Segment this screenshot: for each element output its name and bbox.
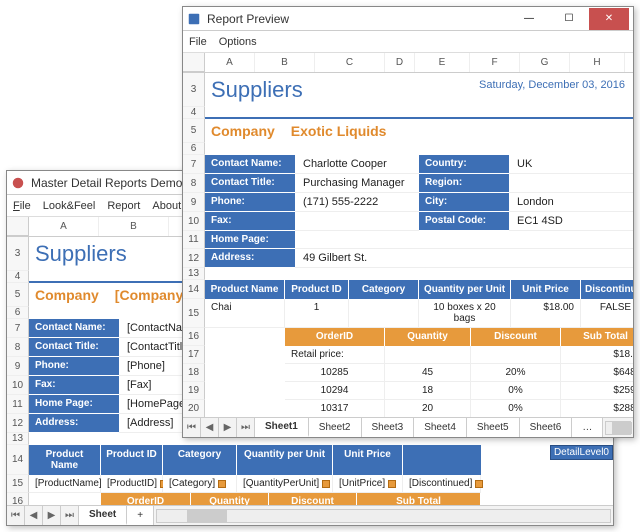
tab-nav-first-icon[interactable]: ⏮ (7, 506, 25, 525)
hdr-product-name: Product Name (29, 445, 101, 475)
menu-lookfeel[interactable]: Look&Feel (43, 200, 96, 212)
hscroll[interactable] (605, 421, 631, 435)
hscroll[interactable] (156, 509, 611, 523)
tab-add[interactable]: + (127, 506, 154, 525)
tab-sheet3[interactable]: Sheet3 (362, 418, 415, 437)
tab-sheet6[interactable]: Sheet6 (520, 418, 573, 437)
tab-sheet4[interactable]: Sheet4 (414, 418, 467, 437)
col-b[interactable]: B (99, 217, 169, 236)
retail-val: $18.00 (561, 346, 633, 364)
menu-file[interactable]: File (189, 36, 207, 48)
tab-more[interactable]: … (572, 418, 603, 437)
prod-name: Chai (205, 299, 285, 328)
report-date: Saturday, December 03, 2016 (309, 73, 633, 107)
suppliers-title: Suppliers (29, 237, 133, 271)
tab-sheet5[interactable]: Sheet5 (467, 418, 520, 437)
tab-sheet2[interactable]: Sheet2 (309, 418, 362, 437)
tab-nav-last-icon[interactable]: ⏭ (237, 418, 255, 437)
column-header-row: A B C D E F G H (183, 53, 633, 73)
report-preview-window: Report Preview — ☐ ✕ File Options A B C … (182, 6, 634, 438)
window-title: Report Preview (207, 12, 509, 26)
tab-nav-prev-icon[interactable]: ◀ (201, 418, 219, 437)
minimize-button[interactable]: — (509, 8, 549, 30)
corner-cell[interactable] (7, 217, 29, 236)
tab-nav-next-icon[interactable]: ▶ (43, 506, 61, 525)
tab-nav-last-icon[interactable]: ⏭ (61, 506, 79, 525)
corner-cell[interactable] (183, 53, 205, 72)
grid: 3 Suppliers Saturday, December 03, 2016 … (183, 73, 633, 417)
menubar: File Options (183, 31, 633, 53)
menu-file[interactable]: File (13, 200, 31, 212)
titlebar[interactable]: Report Preview — ☐ ✕ (183, 7, 633, 31)
sheet-tabs: ⏮ ◀ ▶ ⏭ Sheet1 Sheet2 Sheet3 Sheet4 Shee… (183, 417, 633, 437)
sheet-tabs: ⏮ ◀ ▶ ⏭ Sheet + (7, 505, 613, 525)
tab-nav-prev-icon[interactable]: ◀ (25, 506, 43, 525)
company-label: Company (29, 283, 105, 307)
app-icon (11, 176, 25, 190)
company-label: Company (205, 119, 281, 143)
tab-sheet[interactable]: Sheet (79, 506, 127, 525)
order-0: 10285 (285, 364, 385, 382)
tab-nav-next-icon[interactable]: ▶ (219, 418, 237, 437)
menu-options[interactable]: Options (219, 36, 257, 48)
col-a[interactable]: A (29, 217, 99, 236)
close-button[interactable]: ✕ (589, 8, 629, 30)
tab-nav-first-icon[interactable]: ⏮ (183, 418, 201, 437)
maximize-button[interactable]: ☐ (549, 8, 589, 30)
suppliers-title: Suppliers (205, 73, 309, 107)
company-val: Exotic Liquids (281, 119, 397, 143)
tab-sheet1[interactable]: Sheet1 (255, 418, 309, 437)
app-icon (187, 12, 201, 26)
row-3[interactable]: 3 (7, 237, 29, 271)
menu-report[interactable]: Report (107, 200, 140, 212)
level0-badge[interactable]: DetailLevel0 (550, 445, 613, 460)
k-contact-name: Contact Name: (29, 319, 119, 338)
